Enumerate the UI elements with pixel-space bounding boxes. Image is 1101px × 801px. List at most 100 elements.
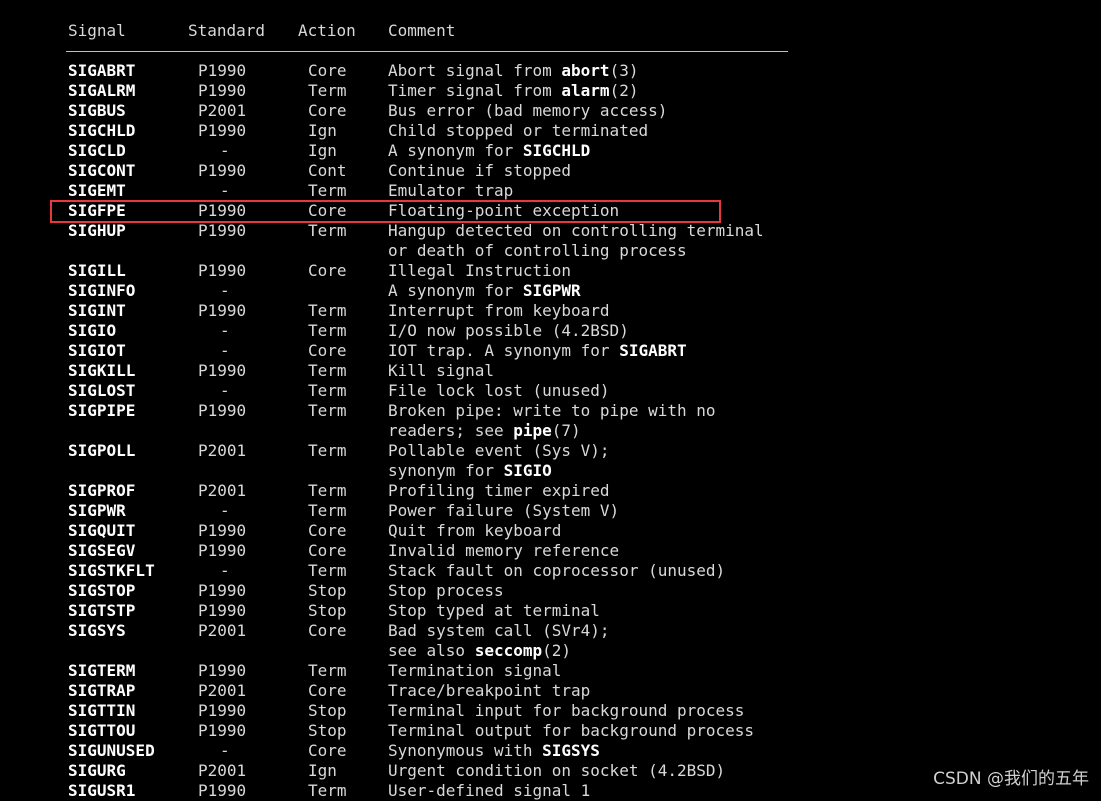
table-row: or death of controlling process	[0, 241, 1101, 261]
comment-text: Termination signal	[388, 661, 562, 680]
signal-action: Core	[308, 61, 347, 80]
table-row: SIGTTOU P1990 Stop Terminal output for back…	[0, 721, 1101, 741]
comment-text: Synonymous with	[388, 741, 543, 760]
signal-standard: -	[220, 181, 230, 200]
table-row: SIGTERM P1990 Term Termination signal	[0, 661, 1101, 681]
signal-action: Term	[308, 381, 347, 400]
table-row: SIGPROF P2001 Term Profiling timer expired	[0, 481, 1101, 501]
signal-action: Stop	[308, 581, 347, 600]
signal-name: SIGPROF	[68, 481, 136, 500]
signal-standard: P1990	[198, 361, 247, 380]
header-divider	[66, 51, 788, 52]
signal-comment: Termination signal	[388, 661, 561, 681]
table-row: SIGINT P1990 Term Interrupt from keyboard	[0, 301, 1101, 321]
signal-name: SIGTTOU	[68, 721, 136, 740]
signal-standard: P2001	[198, 621, 247, 640]
signal-comment: File lock lost (unused)	[388, 381, 610, 401]
comment-text: (3)	[609, 61, 639, 80]
watermark: CSDN @我们的五年	[933, 769, 1089, 789]
signal-comment: A synonym for SIGPWR	[388, 281, 581, 301]
table-row: SIGTRAP P2001 Core Trace/breakpoint trap	[0, 681, 1101, 701]
table-row: SIGALRM P1990 Term Timer signal from alarm(…	[0, 81, 1101, 101]
signal-name: SIGURG	[68, 761, 126, 780]
comment-text: Quit from keyboard	[388, 521, 562, 540]
signal-standard: -	[220, 381, 230, 400]
comment-text: (7)	[551, 421, 581, 440]
signal-name: SIGTERM	[68, 661, 136, 680]
signal-standard: -	[220, 321, 230, 340]
signal-name: SIGALRM	[68, 81, 136, 100]
table-row: SIGINFO - A synonym for SIGPWR	[0, 281, 1101, 301]
signal-standard: P1990	[198, 301, 247, 320]
comment-text: Interrupt from keyboard	[388, 301, 610, 320]
signal-standard: P1990	[198, 781, 247, 800]
table-row: SIGEMT - Term Emulator trap	[0, 181, 1101, 201]
signal-name: SIGTTIN	[68, 701, 136, 720]
comment-text: see also	[388, 641, 475, 660]
comment-text: User-defined signal 1	[388, 781, 591, 800]
signal-name: SIGPWR	[68, 501, 126, 520]
comment-text: I/O now possible (4.2BSD)	[388, 321, 629, 340]
header-standard: Standard	[188, 21, 266, 40]
signal-standard: -	[220, 141, 230, 160]
signal-name: SIGLOST	[68, 381, 136, 400]
signal-name: SIGABRT	[68, 61, 136, 80]
table-row: readers; see pipe(7)	[0, 421, 1101, 441]
comment-text: Hangup detected on controlling terminal	[388, 221, 764, 240]
signal-action: Term	[308, 361, 347, 380]
signal-action: Term	[308, 181, 347, 200]
signal-action: Core	[308, 681, 347, 700]
signal-action: Core	[308, 541, 347, 560]
signal-standard: P1990	[198, 261, 247, 280]
signal-standard: -	[220, 341, 230, 360]
table-row: SIGPIPE P1990 Term Broken pipe: write to pi…	[0, 401, 1101, 421]
signal-comment: Terminal output for background process	[388, 721, 754, 741]
signal-comment: Illegal Instruction	[388, 261, 571, 281]
signal-comment: Interrupt from keyboard	[388, 301, 610, 321]
signal-comment: see also seccomp(2)	[388, 641, 571, 661]
comment-ref: SIGCHLD	[522, 141, 591, 160]
signal-standard: -	[220, 281, 230, 300]
comment-text: A synonym for	[388, 141, 523, 160]
signal-name: SIGUNUSED	[68, 741, 155, 760]
signal-comment: Urgent condition on socket (4.2BSD)	[388, 761, 725, 781]
table-row: SIGCLD - Ign A synonym for SIGCHLD	[0, 141, 1101, 161]
signal-standard: P1990	[198, 701, 247, 720]
comment-text: (2)	[609, 81, 639, 100]
signal-standard: P1990	[198, 601, 247, 620]
signal-comment: Child stopped or terminated	[388, 121, 648, 141]
table-row: SIGTTIN P1990 Stop Terminal input for backg…	[0, 701, 1101, 721]
signal-standard: P1990	[198, 61, 247, 80]
signal-action: Core	[308, 101, 347, 120]
signal-name: SIGEMT	[68, 181, 126, 200]
signal-name: SIGQUIT	[68, 521, 136, 540]
table-row: SIGPOLL P2001 Term Pollable event (Sys V);	[0, 441, 1101, 461]
terminal-window: Signal Standard Action Comment SIGABRT P1…	[0, 0, 1101, 800]
signal-comment: Trace/breakpoint trap	[388, 681, 590, 701]
table-row: SIGSEGV P1990 Core Invalid memory reference	[0, 541, 1101, 561]
signal-standard: P1990	[198, 121, 247, 140]
comment-text: synonym for	[388, 461, 504, 480]
signal-name: SIGCLD	[68, 141, 126, 160]
signal-comment: Hangup detected on controlling terminal	[388, 221, 764, 241]
signal-comment: or death of controlling process	[388, 241, 687, 261]
comment-text: Profiling timer expired	[388, 481, 610, 500]
signal-name: SIGILL	[68, 261, 126, 280]
signal-standard: P1990	[198, 541, 247, 560]
signal-action: Core	[308, 621, 347, 640]
signal-action: Core	[308, 741, 347, 760]
comment-ref: SIGPWR	[522, 281, 581, 300]
header-signal: Signal	[68, 21, 126, 40]
signal-comment: Invalid memory reference	[388, 541, 619, 561]
table-row: SIGBUS P2001 Core Bus error (bad memory acc…	[0, 101, 1101, 121]
table-row: SIGPWR - Term Power failure (System V)	[0, 501, 1101, 521]
signal-standard: -	[220, 501, 230, 520]
comment-text: Pollable event (Sys V);	[388, 441, 610, 460]
table-row: SIGFPE P1990 Core Floating-point exception	[0, 201, 1101, 221]
signal-name: SIGINT	[68, 301, 126, 320]
signal-action: Term	[308, 441, 347, 460]
table-row: SIGILL P1990 Core Illegal Instruction	[0, 261, 1101, 281]
table-row: synonym for SIGIO	[0, 461, 1101, 481]
signal-standard: P1990	[198, 81, 247, 100]
comment-ref: pipe	[513, 421, 552, 440]
